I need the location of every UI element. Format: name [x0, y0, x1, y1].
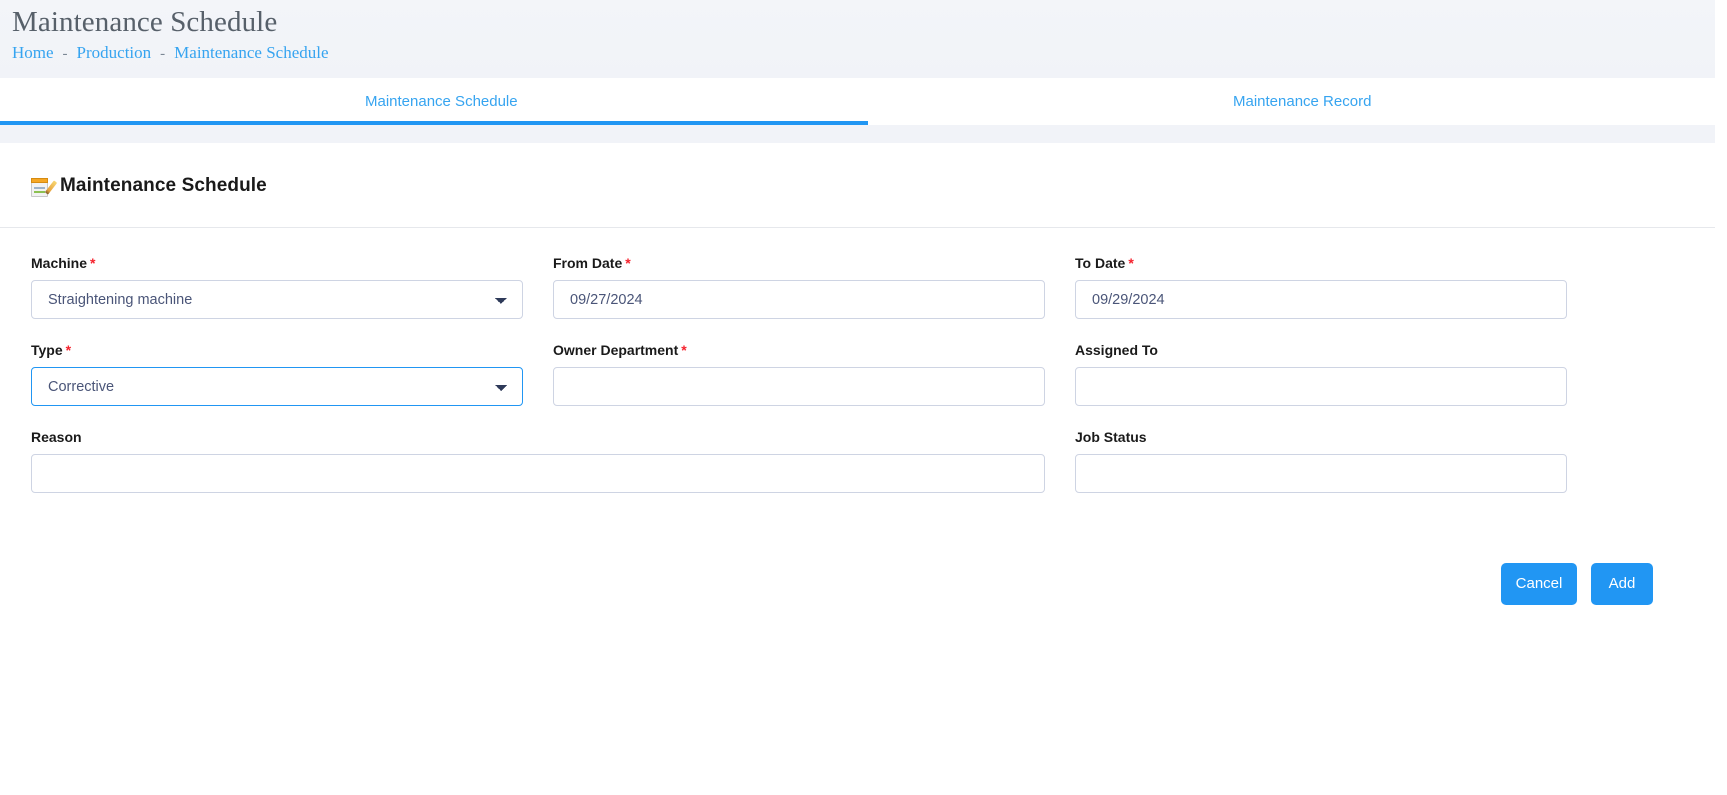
tab-maintenance-record[interactable]: Maintenance Record [1233, 78, 1371, 125]
form-row-1: Machine * Straightening machine From Date… [31, 254, 1684, 319]
field-machine: Machine * Straightening machine [31, 254, 553, 319]
breadcrumb-item-home[interactable]: Home [12, 43, 54, 62]
required-marker: * [1128, 255, 1134, 271]
content-background: Maintenance Schedule Machine * Straighten… [0, 125, 1727, 795]
add-button[interactable]: Add [1591, 563, 1653, 605]
right-gutter [1715, 0, 1727, 795]
required-marker: * [625, 255, 631, 271]
label-reason: Reason [31, 428, 1045, 446]
to-date-input[interactable] [1075, 280, 1567, 319]
form-row-3: Reason Job Status [31, 428, 1684, 493]
maintenance-schedule-form: Machine * Straightening machine From Date… [0, 228, 1715, 605]
required-marker: * [90, 255, 96, 271]
from-date-input[interactable] [553, 280, 1045, 319]
field-type: Type * Corrective [31, 341, 553, 406]
owner-department-input[interactable] [553, 367, 1045, 406]
label-assigned-to-text: Assigned To [1075, 342, 1158, 358]
type-select[interactable]: Corrective [31, 367, 523, 406]
required-marker: * [65, 342, 72, 358]
breadcrumb-item-maintenance-schedule[interactable]: Maintenance Schedule [174, 43, 328, 62]
reason-input[interactable] [31, 454, 1045, 493]
maintenance-schedule-card: Maintenance Schedule Machine * Straighten… [0, 143, 1715, 795]
form-actions: Cancel Add [31, 515, 1684, 605]
field-reason: Reason [31, 428, 1075, 493]
assigned-to-input[interactable] [1075, 367, 1567, 406]
label-reason-text: Reason [31, 429, 82, 445]
breadcrumb-separator: - [62, 46, 68, 62]
label-job-status-text: Job Status [1075, 429, 1147, 445]
tab-maintenance-schedule[interactable]: Maintenance Schedule [365, 78, 518, 125]
field-from-date: From Date * [553, 254, 1075, 319]
label-type: Type * [31, 341, 523, 359]
machine-select[interactable]: Straightening machine [31, 280, 523, 319]
breadcrumb-separator: - [160, 46, 166, 62]
label-job-status: Job Status [1075, 428, 1567, 446]
label-owner-department-text: Owner Department [553, 342, 679, 358]
label-assigned-to: Assigned To [1075, 341, 1567, 359]
memo-icon [31, 176, 58, 197]
tab-active-indicator [0, 121, 868, 125]
required-marker: * [681, 342, 687, 358]
label-machine-text: Machine [31, 255, 88, 271]
field-job-status: Job Status [1075, 428, 1597, 493]
label-to-date: To Date * [1075, 254, 1567, 272]
breadcrumb: Home - Production - Maintenance Schedule [12, 42, 1727, 65]
label-from-date: From Date * [553, 254, 1045, 272]
label-owner-department: Owner Department * [553, 341, 1045, 359]
label-to-date-text: To Date [1075, 255, 1126, 271]
form-row-2: Type * Corrective Owner Department * Assig… [31, 341, 1684, 406]
tab-bar: Maintenance Schedule Maintenance Record [0, 78, 1727, 125]
cancel-button[interactable]: Cancel [1501, 563, 1577, 605]
page-title: Maintenance Schedule [12, 6, 278, 38]
card-header: Maintenance Schedule [0, 143, 1715, 227]
label-type-text: Type [31, 342, 63, 358]
field-assigned-to: Assigned To [1075, 341, 1597, 406]
label-machine: Machine * [31, 254, 523, 272]
field-to-date: To Date * [1075, 254, 1597, 319]
breadcrumb-item-production[interactable]: Production [77, 43, 152, 62]
card-title: Maintenance Schedule [60, 175, 267, 196]
page-header: Maintenance Schedule Home - Production - Mai… [0, 0, 1727, 78]
field-owner-department: Owner Department * [553, 341, 1075, 406]
job-status-input[interactable] [1075, 454, 1567, 493]
label-from-date-text: From Date [553, 255, 623, 271]
